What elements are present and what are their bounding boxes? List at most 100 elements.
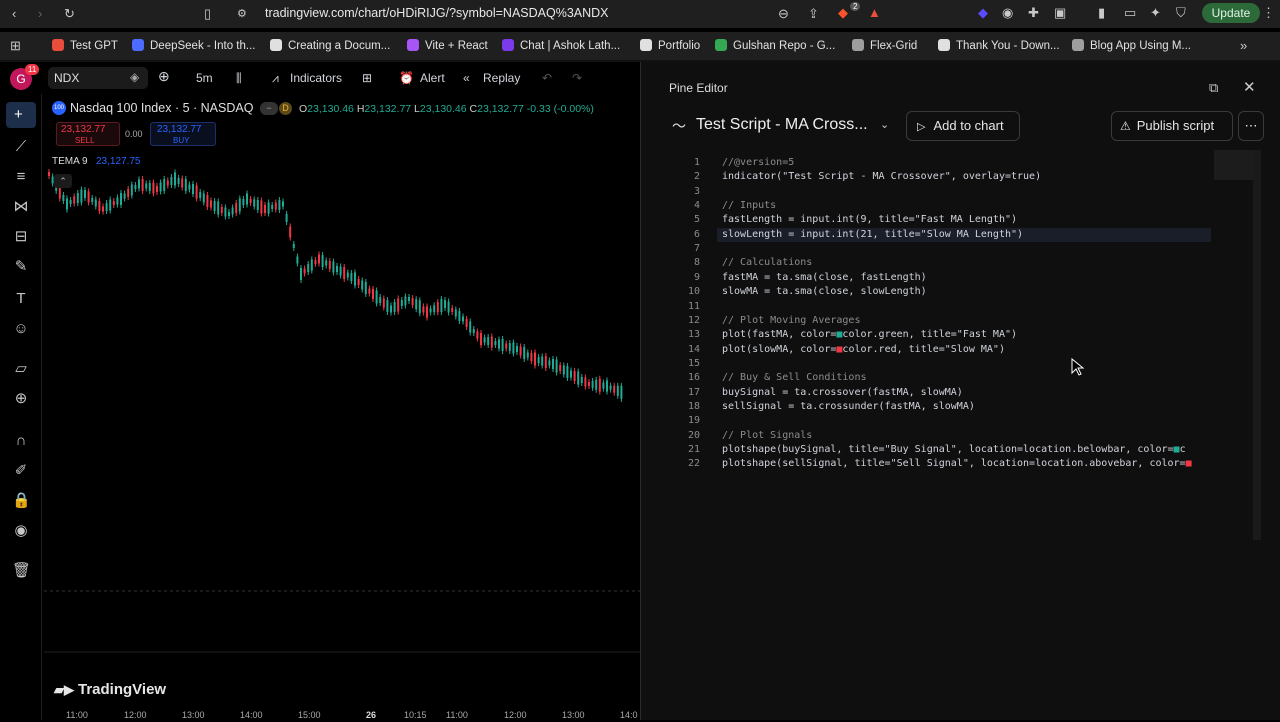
bookmark-item[interactable]: Thank You - Down... [938, 39, 1060, 52]
lock-icon[interactable]: 🔒 [12, 492, 31, 510]
layouts-icon[interactable]: ⊞ [362, 71, 372, 85]
code-line[interactable]: slowLength = input.int(21, title="Slow M… [722, 228, 1023, 242]
code-line[interactable]: // Buy & Sell Conditions [722, 371, 867, 385]
add-symbol-icon[interactable]: ⊕ [158, 68, 170, 85]
back-icon[interactable]: ‹ [12, 6, 16, 22]
code-line[interactable]: // Calculations [722, 256, 812, 270]
bookmark-item[interactable]: Portfolio [640, 39, 700, 52]
eye-icon[interactable]: ◉ [12, 522, 30, 540]
text-icon[interactable]: T [12, 290, 30, 308]
chevron-down-icon[interactable]: ⌄ [880, 118, 889, 131]
vpn-icon[interactable]: ◉ [1002, 5, 1013, 21]
alert-icon[interactable]: ⏰ [399, 71, 414, 85]
line-number: 9 [693, 271, 700, 283]
share-icon[interactable]: ⇪ [808, 6, 819, 22]
maximize-icon[interactable]: ⧉ [1209, 80, 1218, 96]
ruler-icon[interactable]: ▱ [12, 360, 30, 378]
pattern-icon[interactable]: ⋈ [12, 198, 30, 216]
redo-icon[interactable]: ↷ [572, 71, 582, 85]
bookmark-item[interactable]: Vite + React [407, 39, 488, 52]
crosshair-tool[interactable]: + [6, 102, 36, 128]
time-axis[interactable]: 11:00 12:00 13:00 14:00 15:00 26 10:15 11:00 12:… [44, 710, 640, 722]
code-line[interactable]: fastLength = input.int(9, title="Fast MA… [722, 213, 1017, 227]
buy-button[interactable]: 23,132.77 BUY [150, 122, 216, 146]
minimap[interactable] [1214, 150, 1254, 180]
apps-grid-icon[interactable]: ⊞ [10, 38, 21, 54]
code-line[interactable]: //@version=5 [722, 156, 794, 170]
close-icon[interactable]: ✕ [1243, 78, 1256, 96]
compare-icon[interactable]: ◈ [130, 70, 139, 84]
collapse-legend-icon[interactable]: ⌃ [54, 174, 72, 188]
update-button[interactable]: Update [1202, 3, 1260, 23]
add-to-chart-button[interactable]: ▷ Add to chart [906, 111, 1020, 141]
code-line[interactable]: plot(fastMA, color=■color.green, title="… [722, 328, 1017, 342]
undo-icon[interactable]: ↶ [542, 71, 552, 85]
site-settings-icon[interactable]: ⚙ [237, 6, 247, 22]
chart-area[interactable] [44, 94, 640, 720]
address-bar[interactable]: tradingview.com/chart/oHDiRIJG/?symbol=N… [265, 6, 609, 20]
forward-icon[interactable]: › [38, 6, 42, 22]
replay-icon[interactable]: « [463, 71, 470, 85]
code-line[interactable]: // Plot Moving Averages [722, 314, 860, 328]
hide-icon[interactable]: − [260, 102, 278, 115]
bookmark-item[interactable]: Chat | Ashok Lath... [502, 39, 620, 52]
delayed-badge[interactable]: D [279, 102, 292, 115]
editor-scrollbar[interactable] [1253, 150, 1261, 540]
code-line[interactable]: buySignal = ta.crossover(fastMA, slowMA) [722, 386, 963, 400]
code-line[interactable]: indicator("Test Script - MA Crossover", … [722, 170, 1041, 184]
code-line[interactable]: plot(slowMA, color=■color.red, title="Sl… [722, 343, 1005, 357]
code-line[interactable]: fastMA = ta.sma(close, fastLength) [722, 271, 927, 285]
interval-button[interactable]: 5m [196, 71, 213, 85]
fib-icon[interactable]: ≡ [12, 168, 30, 186]
rewards-icon[interactable]: ▲ [868, 5, 881, 21]
zoom-in-icon[interactable]: ⊕ [12, 390, 30, 408]
extension-icon[interactable]: ◆ [978, 5, 988, 21]
leo-icon[interactable]: ✦ [1150, 5, 1161, 21]
alert-button[interactable]: Alert [420, 71, 445, 85]
screenshot-icon[interactable]: ▣ [1054, 5, 1066, 21]
emoji-icon[interactable]: ☺ [12, 320, 30, 338]
projection-icon[interactable]: ⊟ [12, 228, 30, 246]
mouse-cursor-icon [1071, 358, 1085, 376]
sell-button[interactable]: 23,132.77 SELL [56, 122, 120, 146]
code-line[interactable]: // Plot Signals [722, 429, 812, 443]
menu-icon[interactable]: ⋮ [1262, 5, 1275, 21]
chart-title[interactable]: Nasdaq 100 Index · 5 · NASDAQ [70, 101, 253, 115]
trend-line-icon[interactable]: ⟋ [12, 138, 30, 156]
bookmark-item[interactable]: Test GPT [52, 39, 118, 52]
price-chart[interactable] [44, 94, 640, 720]
lock-drawing-icon[interactable]: ✐ [12, 462, 30, 480]
more-options-icon[interactable]: ⋯ [1238, 111, 1264, 141]
code-line[interactable]: sellSignal = ta.crossunder(fastMA, slowM… [722, 400, 975, 414]
tema-label[interactable]: TEMA 9 [52, 156, 88, 167]
brave-shield-icon[interactable]: ◆ [838, 5, 848, 21]
bookmark-favicon-icon [852, 39, 864, 51]
replay-button[interactable]: Replay [483, 71, 520, 85]
publish-script-button[interactable]: ⚠ Publish script [1111, 111, 1233, 141]
indicators-button[interactable]: Indicators [290, 71, 342, 85]
code-line[interactable]: // Inputs [722, 199, 776, 213]
code-line[interactable]: slowMA = ta.sma(close, slowLength) [722, 285, 927, 299]
bookmark-item[interactable]: Gulshan Repo - G... [715, 39, 835, 52]
chart-type-icon[interactable]: ⫼ [236, 71, 242, 86]
more-bookmarks-icon[interactable]: » [1240, 38, 1247, 54]
indicators-icon[interactable]: ⩘ [272, 71, 279, 86]
magnet-icon[interactable]: ∩ [12, 432, 30, 450]
brush-icon[interactable]: ✎ [12, 258, 30, 276]
wallet-icon[interactable]: ▭ [1124, 5, 1136, 21]
symbol-search[interactable]: NDX ◈ [48, 67, 148, 89]
bookmark-item[interactable]: Flex-Grid [852, 39, 917, 52]
script-name[interactable]: Test Script - MA Cross... [696, 116, 868, 134]
reload-icon[interactable]: ↻ [64, 6, 75, 22]
bookmark-item[interactable]: DeepSeek - Into th... [132, 39, 255, 52]
vpn-shield-icon[interactable]: ⛉ [1176, 5, 1186, 21]
bookmark-item[interactable]: Creating a Docum... [270, 39, 390, 52]
sidebar-icon[interactable]: ▮ [1098, 5, 1105, 21]
code-line[interactable]: plotshape(buySignal, title="Buy Signal",… [722, 443, 1186, 457]
code-line[interactable]: plotshape(sellSignal, title="Sell Signal… [722, 457, 1192, 471]
bookmark-icon[interactable]: ▯ [204, 6, 211, 22]
puzzle-icon[interactable]: ✚ [1028, 5, 1039, 21]
trash-icon[interactable]: 🗑 [12, 562, 31, 580]
bookmark-item[interactable]: Blog App Using M... [1072, 39, 1191, 52]
zoom-icon[interactable]: ⊖ [778, 6, 789, 22]
